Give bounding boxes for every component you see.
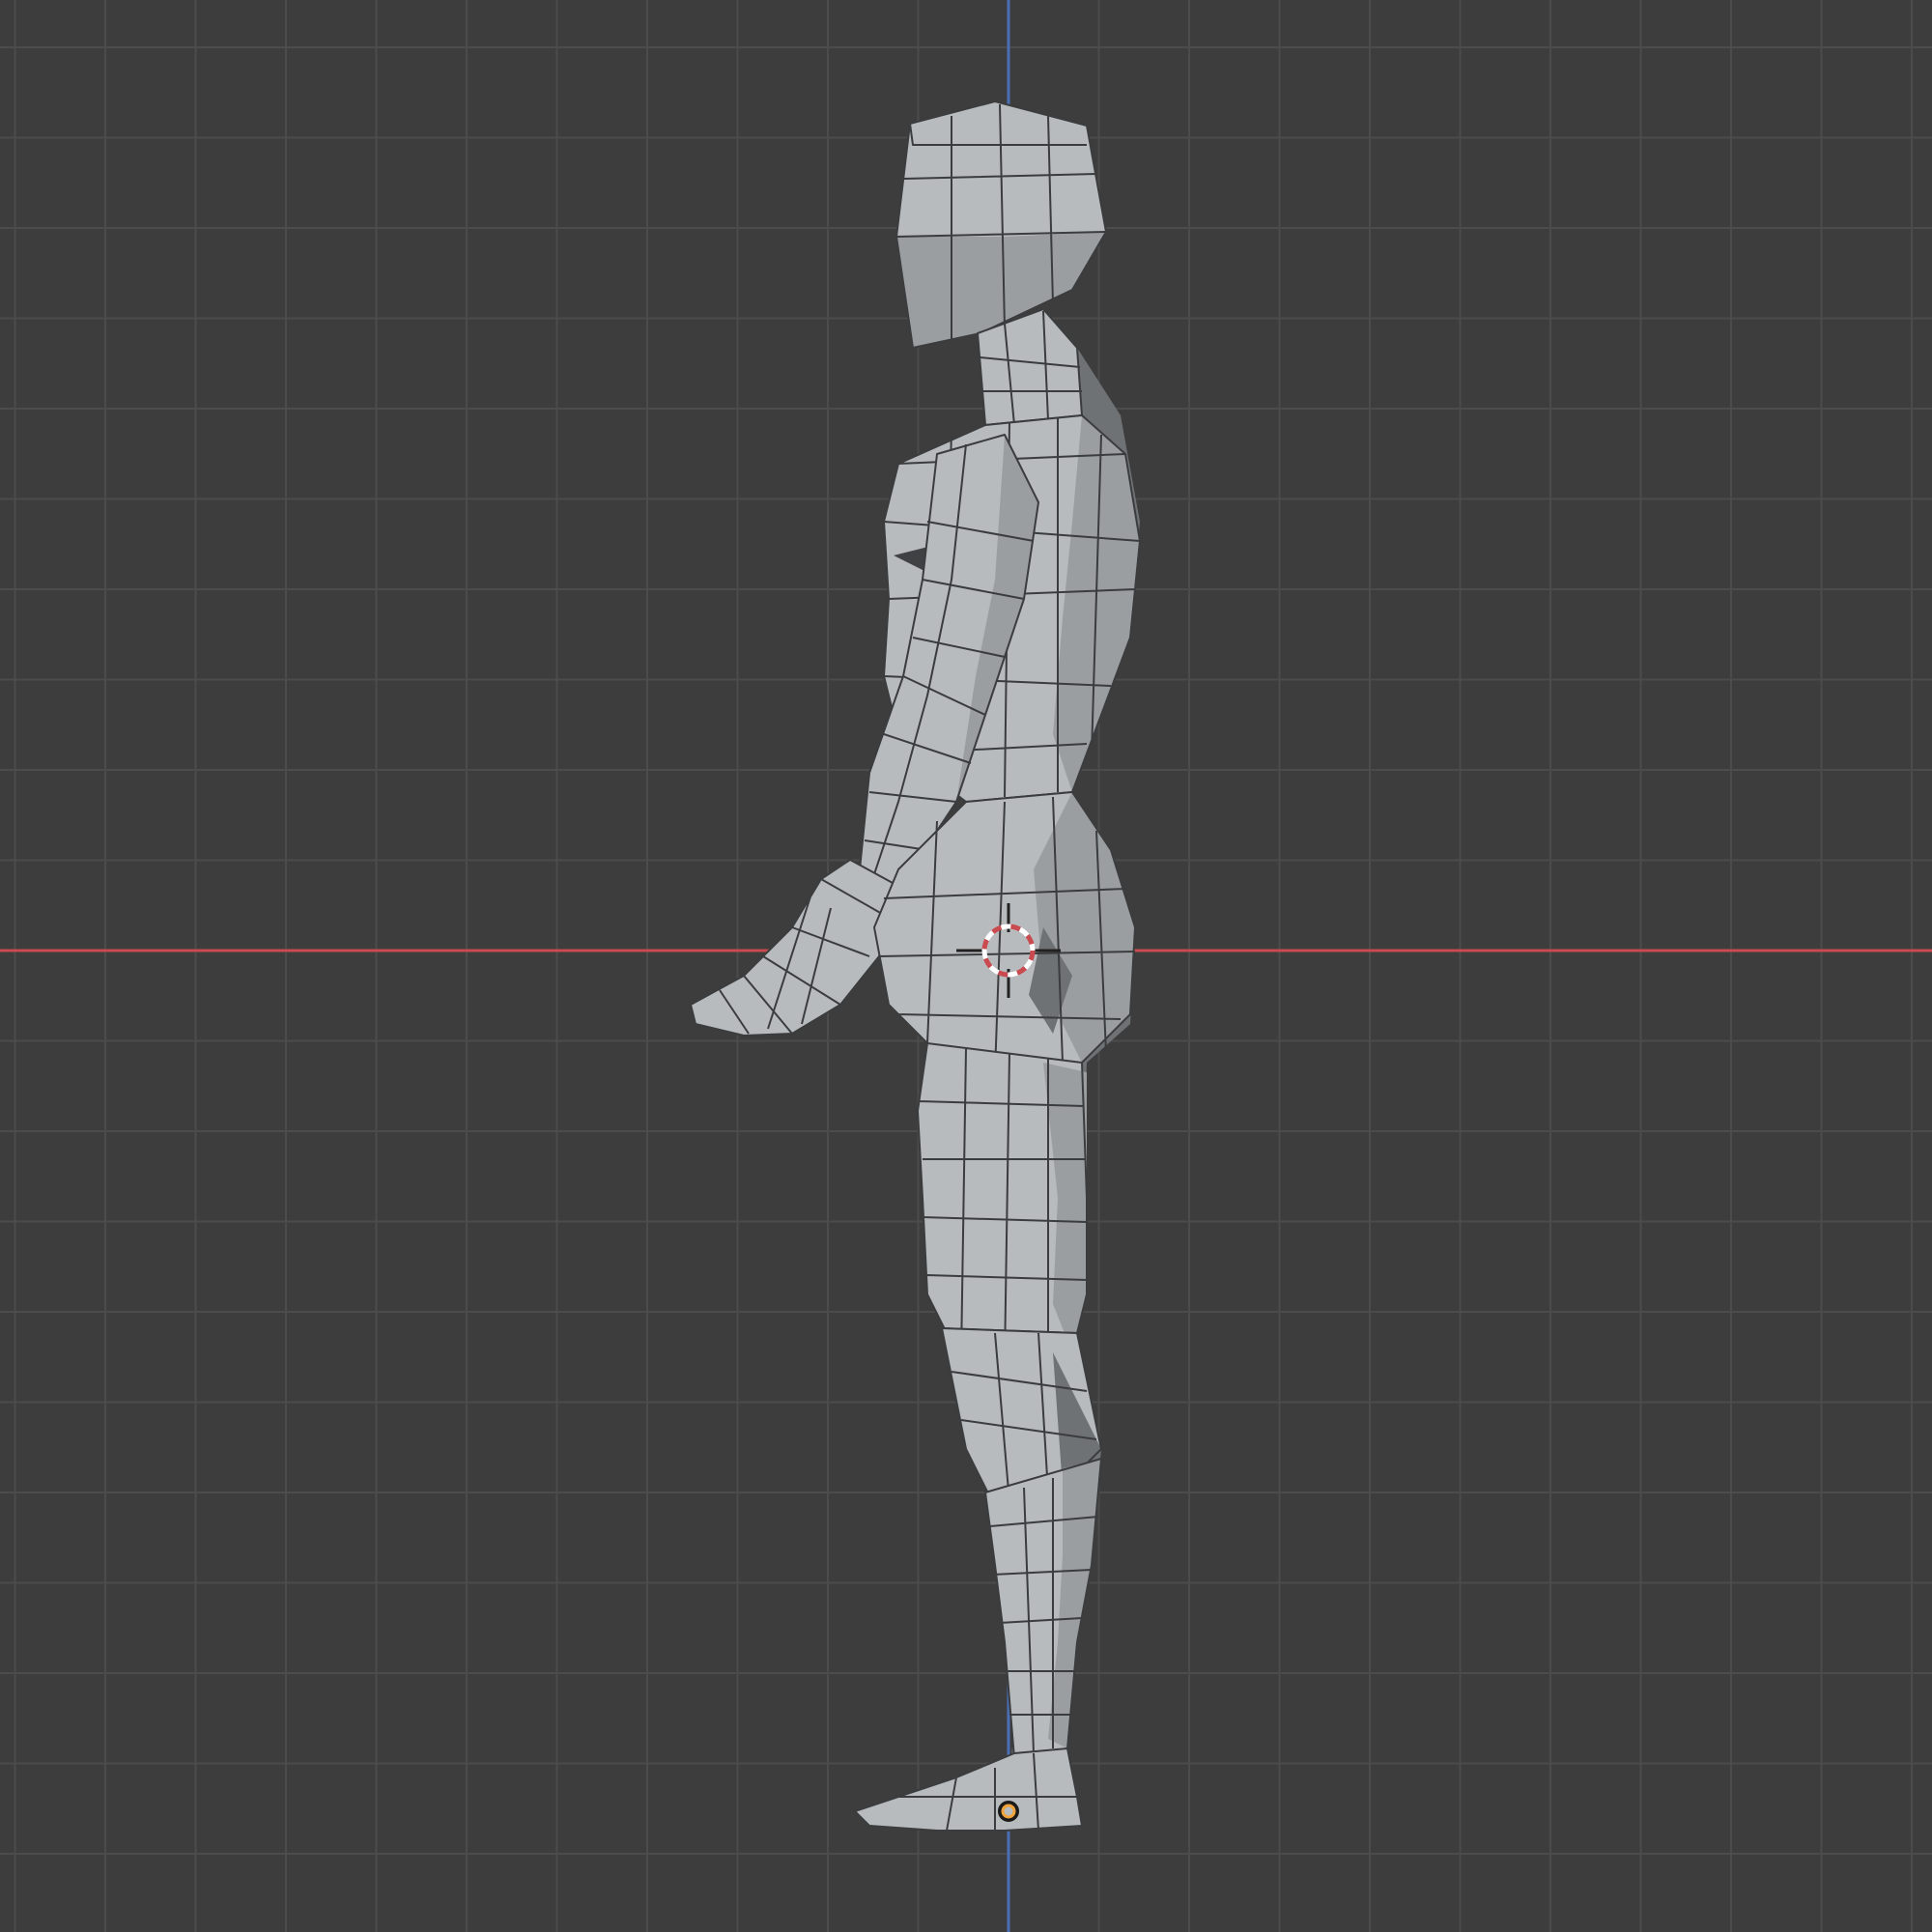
viewport-canvas[interactable]	[0, 0, 1932, 1932]
3d-viewport[interactable]	[0, 0, 1932, 1932]
